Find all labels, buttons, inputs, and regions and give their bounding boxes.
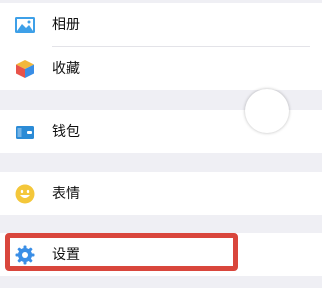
emoji-smiley-icon xyxy=(15,184,35,203)
menu-item-album[interactable]: 相册 xyxy=(0,3,322,46)
menu-item-album-label: 相册 xyxy=(52,16,80,33)
menu-item-emoji-label: 表情 xyxy=(52,185,80,202)
menu-item-wallet-label: 钱包 xyxy=(52,123,80,140)
menu-item-emoji[interactable]: 表情 xyxy=(0,172,322,215)
favorites-cube-icon xyxy=(16,59,34,78)
menu-group-emoji: 表情 xyxy=(0,172,322,215)
menu-item-favorites-label: 收藏 xyxy=(52,60,80,77)
menu-item-favorites[interactable]: 收藏 xyxy=(0,47,322,90)
highlight-annotation xyxy=(5,233,238,271)
menu-group-media: 相册 收藏 xyxy=(0,3,322,90)
wallet-icon xyxy=(16,125,34,139)
floating-touch-button[interactable] xyxy=(245,89,289,133)
photo-album-icon xyxy=(15,16,35,33)
